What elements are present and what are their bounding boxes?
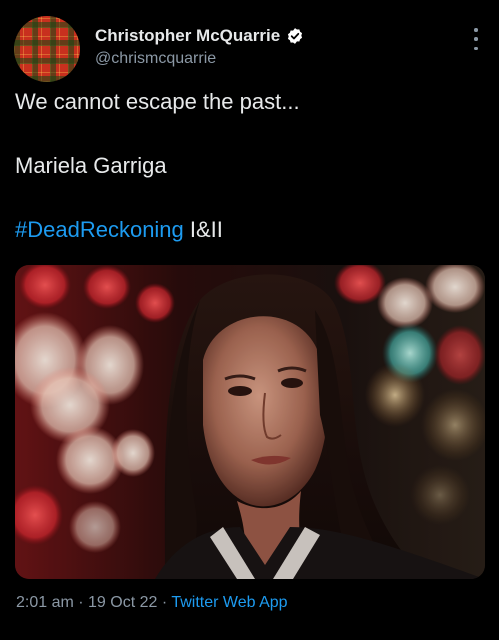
user-handle[interactable]: @chrismcquarrie (95, 50, 459, 68)
hashtag-link[interactable]: #DeadReckoning (15, 217, 184, 242)
meta-separator: · (73, 594, 89, 611)
tweet-source-link[interactable]: Twitter Web App (171, 594, 287, 611)
tweet-line: We cannot escape the past... (15, 89, 300, 114)
verified-badge-icon (286, 27, 304, 45)
tweet-media-photo[interactable] (15, 265, 485, 579)
tweet-meta: 2:01 am · 19 Oct 22 · Twitter Web App (16, 594, 288, 612)
tweet-time[interactable]: 2:01 am (16, 594, 74, 611)
tweet: Christopher McQuarrie @chrismcquarrie We… (0, 0, 499, 640)
tweet-author: Christopher McQuarrie @chrismcquarrie (95, 24, 459, 68)
hashtag-suffix: I&II (183, 217, 223, 242)
tweet-hashtag-line: #DeadReckoning I&II (15, 214, 485, 246)
avatar[interactable] (14, 16, 80, 82)
meta-separator: · (157, 594, 172, 611)
more-options-icon[interactable] (473, 28, 479, 50)
name-row: Christopher McQuarrie (95, 24, 459, 48)
tweet-line: Mariela Garriga (15, 153, 167, 178)
tweet-date[interactable]: 19 Oct 22 (88, 594, 157, 611)
display-name[interactable]: Christopher McQuarrie (95, 26, 280, 46)
tweet-text: We cannot escape the past... Mariela Gar… (15, 86, 485, 246)
